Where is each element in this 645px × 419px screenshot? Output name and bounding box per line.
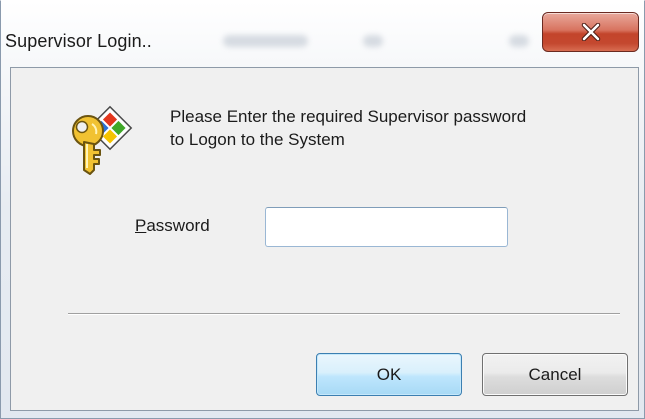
title-bar[interactable]: Supervisor Login.. — [1, 1, 645, 67]
password-field[interactable] — [265, 207, 508, 247]
separator — [68, 313, 620, 315]
dialog-window: Supervisor Login.. Please Enter the requ… — [0, 0, 645, 419]
window-title: Supervisor Login.. — [5, 31, 152, 51]
background-blur — [223, 35, 308, 47]
instruction-message: Please Enter the required Supervisor pas… — [170, 105, 620, 151]
background-blur — [363, 35, 383, 47]
close-button[interactable] — [542, 12, 639, 52]
cancel-button[interactable]: Cancel — [482, 353, 628, 396]
key-icon — [72, 105, 133, 175]
message-line-1: Please Enter the required Supervisor pas… — [170, 107, 527, 126]
background-blur — [509, 35, 529, 47]
message-line-2: to Logon to the System — [170, 130, 345, 149]
ok-button[interactable]: OK — [316, 353, 462, 396]
password-label: Password — [135, 216, 210, 235]
close-x-icon — [581, 23, 600, 41]
